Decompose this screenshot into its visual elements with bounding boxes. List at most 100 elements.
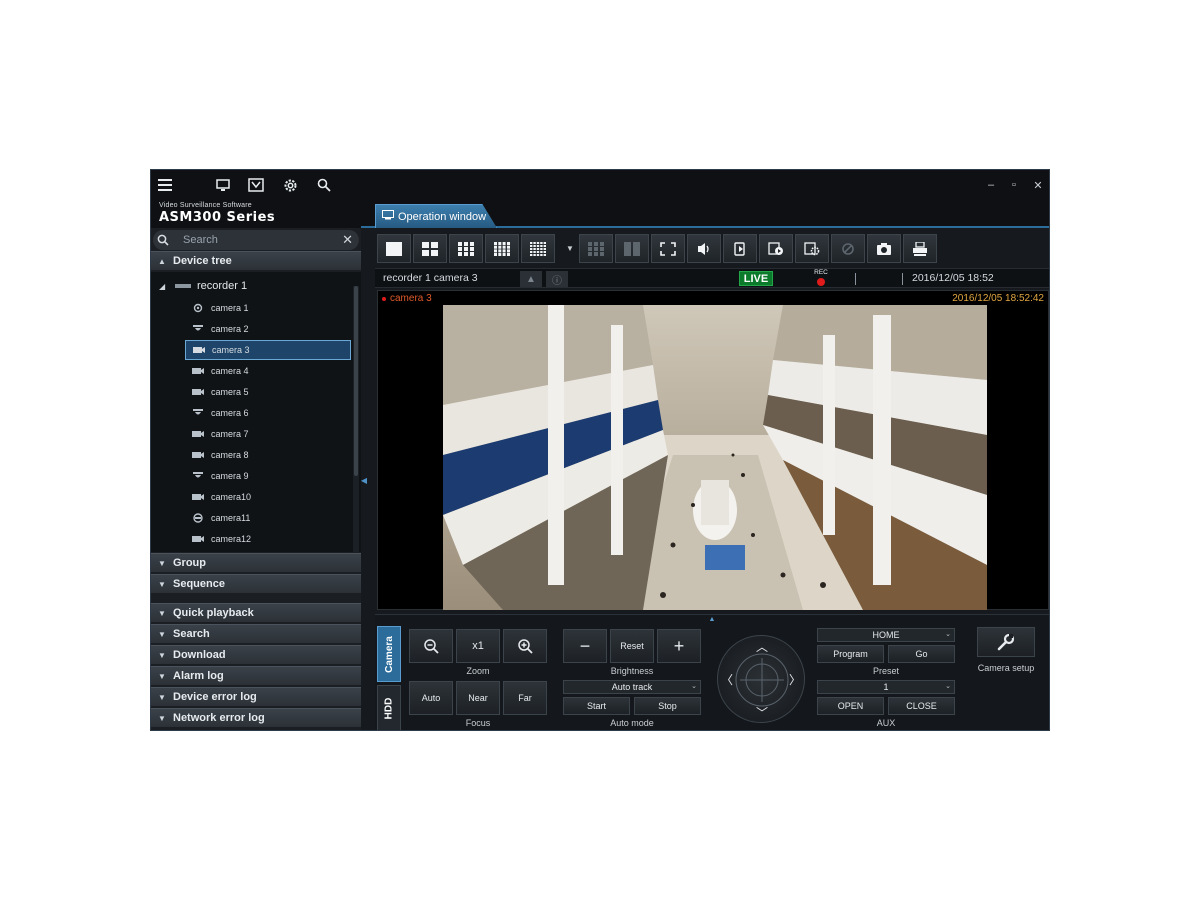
zoom-in-button[interactable]	[503, 629, 547, 663]
panel-collapse-handle[interactable]: ◀	[361, 470, 367, 490]
print-icon[interactable]	[903, 234, 937, 263]
aux-select[interactable]: 1 ⌄	[817, 680, 955, 694]
prev-page-button[interactable]	[579, 234, 613, 263]
monitor-icon[interactable]	[213, 175, 233, 195]
menu-icon[interactable]	[155, 175, 175, 195]
chevron-up-icon: ▲	[158, 256, 166, 266]
snapshot-camera-icon[interactable]	[867, 234, 901, 263]
box-camera-icon	[191, 450, 205, 460]
map-icon[interactable]	[246, 175, 266, 195]
focus-far-button[interactable]: Far	[503, 681, 547, 715]
camera-setup-button[interactable]	[977, 627, 1035, 657]
minimize-icon[interactable]: –	[982, 176, 1000, 194]
aux-close-button[interactable]: CLOSE	[888, 697, 955, 715]
next-page-button[interactable]	[615, 234, 649, 263]
device-tree: ◢ recorder 1 camera 1 camera 2 camera 3	[151, 272, 361, 552]
alarm-reset-icon[interactable]	[831, 234, 865, 263]
camera-item[interactable]: camera 7	[185, 424, 351, 444]
panel-expand-icon[interactable]: ▲	[705, 615, 719, 623]
talk-icon[interactable]	[723, 234, 757, 263]
search-icon[interactable]	[314, 175, 334, 195]
camera-item-selected[interactable]: camera 3	[185, 340, 351, 360]
section-group[interactable]: ▼ Group	[151, 553, 361, 572]
section-network-error-log[interactable]: ▼ Network error log	[151, 708, 361, 727]
box-camera-icon	[191, 534, 205, 544]
live-video-pane[interactable]: camera 3 2016/12/05 18:52:42	[377, 290, 1049, 610]
layout-25-screen-button[interactable]	[521, 234, 555, 263]
alarm-bell-icon[interactable]: ▲	[520, 271, 542, 287]
top-bar: – ▫ ✕	[151, 170, 1049, 200]
camera-item[interactable]: camera 4	[185, 361, 351, 381]
camera-item[interactable]: camera 8	[185, 445, 351, 465]
ptz-direction-pad[interactable]: ︿ ﹀ 〈 〉	[717, 635, 805, 723]
section-quick-playback[interactable]: ▼ Quick playback	[151, 603, 361, 622]
zoom-x1-button[interactable]: x1	[456, 629, 500, 663]
preset-select[interactable]: HOME ⌄	[817, 628, 955, 642]
camera-item[interactable]: camera12	[185, 529, 351, 549]
aux-label: AUX	[876, 718, 896, 728]
focus-near-button[interactable]: Near	[456, 681, 500, 715]
tab-hdd[interactable]: HDD	[377, 685, 401, 730]
section-download[interactable]: ▼ Download	[151, 645, 361, 664]
camera-item[interactable]: camera10	[185, 487, 351, 507]
scrollbar-thumb[interactable]	[354, 286, 358, 476]
camera-item[interactable]: camera11	[185, 508, 351, 528]
camera-item[interactable]: camera 2	[185, 319, 351, 339]
layout-9-screen-button[interactable]	[449, 234, 483, 263]
box-camera-icon	[191, 429, 205, 439]
layout-16-screen-button[interactable]	[485, 234, 519, 263]
tab-camera[interactable]: Camera	[377, 626, 401, 682]
box-camera-icon	[192, 345, 206, 355]
zoom-label: Zoom	[466, 666, 490, 676]
camera-item[interactable]: camera 1	[185, 298, 351, 318]
pan-up-icon[interactable]: ︿	[756, 638, 768, 655]
rec-dot-icon	[817, 278, 825, 286]
box-camera-icon	[191, 387, 205, 397]
pan-down-icon[interactable]: ﹀	[756, 704, 768, 721]
layout-4-screen-button[interactable]	[413, 234, 447, 263]
section-alarm-log[interactable]: ▼ Alarm log	[151, 666, 361, 685]
layout-1-screen-button[interactable]	[377, 234, 411, 263]
maximize-icon[interactable]: ▫	[1005, 176, 1023, 194]
tree-scrollbar[interactable]	[353, 286, 359, 552]
fullscreen-icon[interactable]	[651, 234, 685, 263]
tree-recorder[interactable]: ◢ recorder 1	[159, 278, 247, 294]
camera-setup-label: Camera setup	[977, 663, 1035, 673]
auto-mode-start-button[interactable]: Start	[563, 697, 630, 715]
camera-item[interactable]: camera 6	[185, 403, 351, 423]
playback-record-icon[interactable]	[759, 234, 793, 263]
brightness-minus-button[interactable]: −	[563, 629, 607, 663]
audio-icon[interactable]	[687, 234, 721, 263]
preset-program-button[interactable]: Program	[817, 645, 884, 663]
aux-open-button[interactable]: OPEN	[817, 697, 884, 715]
layout-dropdown-icon[interactable]: ▼	[563, 234, 577, 263]
chevron-down-icon: ▼	[158, 608, 166, 618]
section-sequence[interactable]: ▼ Sequence	[151, 574, 361, 593]
info-timestamp: 2016/12/05 18:52	[912, 272, 994, 284]
zoom-out-button[interactable]	[409, 629, 453, 663]
clear-search-icon[interactable]: ✕	[342, 232, 353, 248]
focus-auto-button[interactable]: Auto	[409, 681, 453, 715]
pan-left-icon[interactable]: 〈	[721, 671, 733, 688]
pan-right-icon[interactable]: 〉	[789, 671, 801, 688]
chevron-down-icon: ▼	[158, 558, 166, 568]
camera-item[interactable]: camera 5	[185, 382, 351, 402]
section-device-tree[interactable]: ▲ Device tree	[151, 251, 361, 270]
section-device-error-log[interactable]: ▼ Device error log	[151, 687, 361, 706]
camera-item[interactable]: camera 9	[185, 466, 351, 486]
auto-mode-stop-button[interactable]: Stop	[634, 697, 701, 715]
close-icon[interactable]: ✕	[1029, 176, 1047, 194]
camera-settings-icon[interactable]	[795, 234, 829, 263]
dome-camera-icon	[191, 408, 205, 418]
info-icon[interactable]: ⓘ	[546, 271, 568, 287]
search-box: ✕	[153, 230, 359, 250]
tab-bar: Operation window	[361, 200, 1049, 228]
brightness-plus-button[interactable]: +	[657, 629, 701, 663]
tab-operation-window[interactable]: Operation window	[375, 204, 497, 228]
auto-mode-select[interactable]: Auto track ⌄	[563, 680, 701, 694]
section-search[interactable]: ▼ Search	[151, 624, 361, 643]
search-input[interactable]	[183, 234, 333, 246]
brightness-reset-button[interactable]: Reset	[610, 629, 654, 663]
preset-go-button[interactable]: Go	[888, 645, 955, 663]
settings-icon[interactable]	[280, 175, 300, 195]
